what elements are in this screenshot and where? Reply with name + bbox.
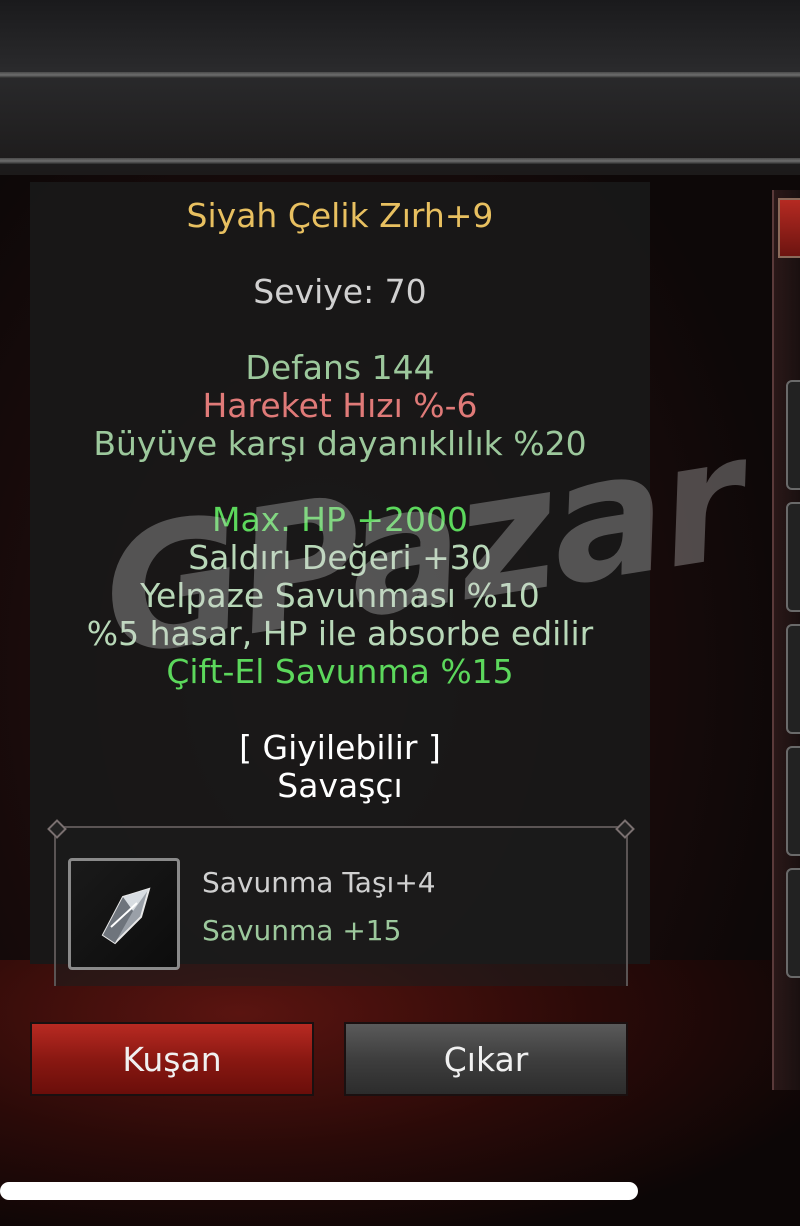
item-name: Siyah Çelik Zırh+9 <box>186 196 494 235</box>
move-speed-stat: Hareket Hızı %-6 <box>202 386 478 425</box>
top-bar-background <box>0 0 800 175</box>
top-rail-divider <box>0 72 800 78</box>
inventory-slot[interactable] <box>786 502 800 612</box>
gem-stat: Savunma +15 <box>202 914 402 947</box>
bonus-attack-value: Saldırı Değeri +30 <box>188 538 492 577</box>
gem-slot[interactable] <box>68 858 180 970</box>
class-label: Savaşçı <box>277 766 403 805</box>
inventory-tab[interactable] <box>778 198 800 258</box>
inventory-slot[interactable] <box>786 624 800 734</box>
magic-resistance-stat: Büyüye karşı dayanıklılık %20 <box>93 424 587 463</box>
inventory-slot[interactable] <box>786 380 800 490</box>
bonus-fan-defense: Yelpaze Savunması %10 <box>140 576 540 615</box>
bonus-two-hand-defense: Çift-El Savunma %15 <box>166 652 514 691</box>
bonus-max-hp: Max. HP +2000 <box>211 500 469 539</box>
inventory-panel-edge <box>772 190 800 1090</box>
home-indicator[interactable] <box>0 1182 638 1200</box>
equip-button[interactable]: Kuşan <box>30 1022 314 1096</box>
lower-rail-divider <box>0 158 800 164</box>
gem-icon <box>101 887 151 945</box>
socket-panel: Savunma Taşı+4 Savunma +15 <box>54 826 628 986</box>
defense-stat: Defans 144 <box>245 348 435 387</box>
gem-name: Savunma Taşı+4 <box>202 866 436 899</box>
wearable-label: [ Giyilebilir ] <box>239 728 441 767</box>
inventory-slot[interactable] <box>786 868 800 978</box>
inventory-slot[interactable] <box>786 746 800 856</box>
item-level: Seviye: 70 <box>253 272 427 311</box>
bonus-damage-absorb: %5 hasar, HP ile absorbe edilir <box>86 614 594 653</box>
remove-button[interactable]: Çıkar <box>344 1022 628 1096</box>
